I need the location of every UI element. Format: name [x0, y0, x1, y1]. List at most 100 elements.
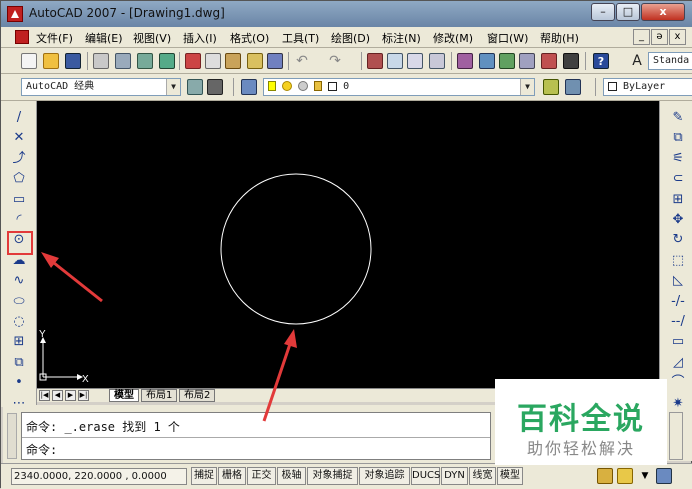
- chevron-down-icon[interactable]: ▼: [166, 79, 180, 95]
- clean-screen-icon[interactable]: [656, 468, 672, 484]
- menu-window[interactable]: 窗口(W): [487, 30, 528, 46]
- markup-icon[interactable]: [541, 53, 557, 69]
- menu-draw[interactable]: 绘图(D): [331, 30, 370, 46]
- command-history[interactable]: 命令: _.erase 找到 1 个 命令:: [21, 412, 491, 460]
- draw-ellipse-icon[interactable]: ⬭: [10, 293, 28, 311]
- status-toggle-6[interactable]: DUCS: [411, 467, 440, 485]
- draw-insert-block-icon[interactable]: ⊞: [10, 333, 28, 351]
- tab-model[interactable]: 模型: [109, 389, 139, 402]
- menu-help[interactable]: 帮助(H): [540, 30, 579, 46]
- status-toggle-9[interactable]: 模型: [497, 467, 523, 485]
- match-properties-icon[interactable]: [247, 53, 263, 69]
- modify-rotate-icon[interactable]: ↻: [669, 231, 687, 249]
- status-toggle-3[interactable]: 极轴: [277, 467, 306, 485]
- status-toggle-0[interactable]: 捕捉: [191, 467, 217, 485]
- modify-chamfer-icon[interactable]: ◿: [669, 354, 687, 372]
- menu-tools[interactable]: 工具(T): [282, 30, 319, 46]
- print-preview-icon[interactable]: [115, 53, 131, 69]
- menu-view[interactable]: 视图(V): [133, 30, 171, 46]
- publish-icon[interactable]: [137, 53, 153, 69]
- modify-array-icon[interactable]: ⊞: [669, 191, 687, 209]
- draw-polyline-icon[interactable]: ⤴: [10, 150, 28, 168]
- doc-restore-button[interactable]: ə: [651, 29, 668, 45]
- status-menu-icon[interactable]: ▼: [637, 468, 653, 484]
- modify-trim-icon[interactable]: -/-: [669, 293, 687, 311]
- design-center-icon[interactable]: [479, 53, 495, 69]
- open-icon[interactable]: [43, 53, 59, 69]
- status-toggle-1[interactable]: 栅格: [218, 467, 246, 485]
- print-icon[interactable]: [93, 53, 109, 69]
- modify-erase-icon[interactable]: ✎: [669, 109, 687, 127]
- draw-polygon-icon[interactable]: ⬠: [10, 170, 28, 188]
- draw-make-block-icon[interactable]: ⧉: [10, 354, 28, 372]
- draw-arc-icon[interactable]: ◜: [10, 211, 28, 229]
- save-icon[interactable]: [65, 53, 81, 69]
- last-tab-icon[interactable]: ▶|: [78, 390, 89, 401]
- draw-construction-line-icon[interactable]: ✕: [10, 129, 28, 147]
- modify-offset-icon[interactable]: ⊂: [669, 170, 687, 188]
- tab-layout2[interactable]: 布局2: [179, 389, 216, 402]
- status-toggle-5[interactable]: 对象追踪: [359, 467, 410, 485]
- new-icon[interactable]: [21, 53, 37, 69]
- my-workspace-icon[interactable]: [207, 79, 223, 95]
- communication-center-icon[interactable]: [597, 468, 613, 484]
- status-toggle-4[interactable]: 对象捕捉: [307, 467, 358, 485]
- paste-icon[interactable]: [225, 53, 241, 69]
- first-tab-icon[interactable]: |◀: [39, 390, 50, 401]
- drawing-icon[interactable]: [15, 30, 29, 44]
- copy-icon[interactable]: [205, 53, 221, 69]
- modify-copy-icon[interactable]: ⧉: [669, 129, 687, 147]
- tab-layout1[interactable]: 布局1: [141, 389, 178, 402]
- status-toggle-2[interactable]: 正交: [247, 467, 276, 485]
- redo-icon[interactable]: ↷: [327, 53, 343, 69]
- next-tab-icon[interactable]: ▶: [65, 390, 76, 401]
- drawn-circle[interactable]: [220, 173, 372, 325]
- status-toggle-8[interactable]: 线宽: [469, 467, 496, 485]
- draw-point-icon[interactable]: •: [10, 374, 28, 392]
- close-button[interactable]: x: [641, 3, 685, 21]
- menu-dimension[interactable]: 标注(N): [382, 30, 421, 46]
- modify-scale-icon[interactable]: ⬚: [669, 252, 687, 270]
- menu-file[interactable]: 文件(F): [36, 30, 73, 46]
- menu-modify[interactable]: 修改(M): [433, 30, 473, 46]
- modify-stretch-icon[interactable]: ◺: [669, 272, 687, 290]
- command-scrollbar[interactable]: [669, 412, 683, 460]
- menu-edit[interactable]: 编辑(E): [85, 30, 123, 46]
- tool-palettes-icon[interactable]: [499, 53, 515, 69]
- calculator-icon[interactable]: [563, 53, 579, 69]
- prev-tab-icon[interactable]: ◀: [52, 390, 63, 401]
- draw-line-icon[interactable]: /: [10, 109, 28, 127]
- modify-mirror-icon[interactable]: ⚟: [669, 150, 687, 168]
- draw-spline-icon[interactable]: ∿: [10, 272, 28, 290]
- pan-icon[interactable]: [367, 53, 383, 69]
- drawing-area[interactable]: X Y: [37, 101, 659, 388]
- menu-insert[interactable]: 插入(I): [183, 30, 217, 46]
- chevron-down-icon[interactable]: ▼: [520, 79, 534, 95]
- menu-format[interactable]: 格式(O): [230, 30, 269, 46]
- help-icon[interactable]: ?: [593, 53, 609, 69]
- properties-icon[interactable]: [457, 53, 473, 69]
- draw-ellipse-arc-icon[interactable]: ◌: [10, 313, 28, 331]
- layer-manager-icon[interactable]: [241, 79, 257, 95]
- text-style-select[interactable]: Standa: [648, 52, 692, 70]
- command-grip[interactable]: [7, 413, 17, 459]
- modify-extend-icon[interactable]: --/: [669, 313, 687, 331]
- workspace-select[interactable]: AutoCAD 经典 ▼: [21, 78, 181, 96]
- modify-fillet-icon[interactable]: ⌒: [669, 374, 687, 392]
- color-select[interactable]: ByLayer: [603, 78, 692, 96]
- minimize-button[interactable]: –: [591, 3, 615, 21]
- layer-previous-icon[interactable]: [565, 79, 581, 95]
- coordinate-readout[interactable]: 2340.0000, 220.0000 , 0.0000: [11, 468, 187, 485]
- lock-toolbar-icon[interactable]: [617, 468, 633, 484]
- workspace-settings-icon[interactable]: [187, 79, 203, 95]
- zoom-window-icon[interactable]: [407, 53, 423, 69]
- zoom-realtime-icon[interactable]: [387, 53, 403, 69]
- doc-close-button[interactable]: x: [669, 29, 686, 45]
- modify-break-icon[interactable]: ▭: [669, 333, 687, 351]
- undo-icon[interactable]: ↶: [294, 53, 310, 69]
- make-layer-current-icon[interactable]: [543, 79, 559, 95]
- modify-explode-icon[interactable]: ✷: [669, 395, 687, 413]
- modify-move-icon[interactable]: ✥: [669, 211, 687, 229]
- doc-minimize-button[interactable]: _: [633, 29, 650, 45]
- status-toggle-7[interactable]: DYN: [441, 467, 468, 485]
